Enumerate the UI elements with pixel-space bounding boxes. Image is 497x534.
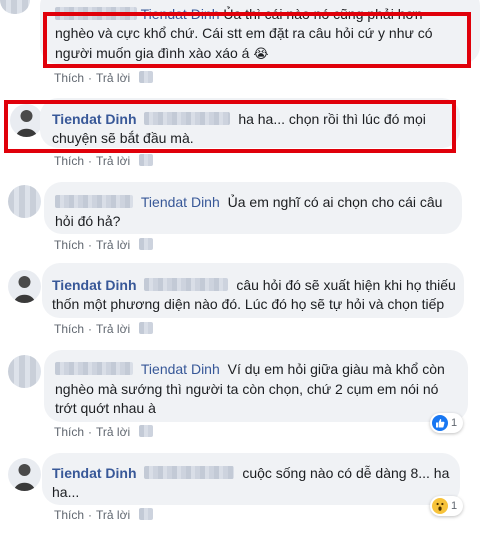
like-link[interactable]: Thích [54, 154, 84, 168]
reaction-count[interactable]: 1 [430, 413, 464, 433]
comment-text: nghèo mà sướng thì người ta còn chọn, ch… [55, 381, 439, 397]
comment-line: Tiendat Dinh câu hỏi đó sẽ xuất hiện khi… [52, 276, 456, 294]
person-icon [14, 276, 35, 303]
comment-line: Tiendat Dinh cuộc sống nào có dễ dàng 8.… [52, 464, 449, 482]
mention-link[interactable]: Tiendat Dinh [141, 194, 220, 210]
reply-link[interactable]: Trả lời [96, 322, 130, 336]
avatar[interactable] [8, 458, 41, 491]
author-name[interactable]: Tiendat Dinh [52, 465, 137, 481]
blurred-name [144, 278, 229, 291]
author-name[interactable]: Tiendat Dinh [52, 277, 137, 293]
highlight-box [4, 100, 456, 153]
like-link[interactable]: Thích [54, 322, 84, 336]
blurred-name [55, 195, 133, 208]
reply-link[interactable]: Trả lời [96, 238, 130, 252]
blurred-timestamp [139, 508, 154, 520]
comment-text: cuộc sống nào có dễ dàng 8... ha [242, 465, 450, 481]
comment-text: Ủa em nghĩ có ai chọn cho cái câu [227, 194, 443, 210]
comment-actions: Thích · Trả lời [54, 154, 154, 168]
comment-text: hỏi đó hả? [55, 213, 121, 229]
blurred-timestamp [139, 425, 154, 437]
comment-text: thốn một phương diện nào đó. Lúc đó họ s… [52, 296, 445, 312]
comment-line: Tiendat Dinh Ví dụ em hỏi giữa giàu mà k… [55, 360, 445, 378]
comment-actions: Thích · Trả lời [54, 322, 154, 336]
separator: · [88, 238, 93, 252]
blurred-name [144, 466, 235, 479]
reaction-count-text: 1 [451, 500, 458, 512]
comment-actions: Thích · Trả lời [54, 238, 154, 252]
like-link[interactable]: Thích [54, 425, 84, 439]
comment-actions: Thích · Trả lời [54, 425, 154, 439]
avatar[interactable] [8, 355, 41, 388]
blurred-timestamp [139, 71, 154, 83]
mention-link[interactable]: Tiendat Dinh [141, 361, 220, 377]
comment-line: Tiendat Dinh Ủa em nghĩ có ai chọn cho c… [55, 193, 442, 211]
reply-link[interactable]: Trả lời [96, 154, 130, 168]
like-reaction-icon [432, 415, 448, 431]
blurred-timestamp [139, 238, 154, 250]
reply-link[interactable]: Trả lời [96, 71, 130, 85]
separator: · [88, 425, 93, 439]
blurred-timestamp [139, 322, 154, 334]
wow-reaction-icon [432, 498, 448, 514]
reaction-count[interactable]: 1 [430, 496, 464, 516]
person-icon [14, 464, 35, 491]
reaction-count-text: 1 [451, 417, 458, 429]
comment-text: ha... [52, 484, 80, 500]
like-link[interactable]: Thích [54, 238, 84, 252]
separator: · [88, 154, 93, 168]
reply-link[interactable]: Trả lời [96, 425, 130, 439]
comment-text: trớt quớt nhau à [55, 400, 156, 416]
like-link[interactable]: Thích [54, 71, 84, 85]
comment-text: câu hỏi đó sẽ xuất hiện khi họ thiếu [236, 277, 456, 293]
comment-actions: Thích · Trả lời [54, 71, 154, 85]
comment-actions: Thích · Trả lời [54, 508, 154, 522]
highlight-box [43, 12, 471, 68]
blurred-name [55, 362, 133, 375]
avatar[interactable] [0, 0, 30, 14]
separator: · [88, 71, 93, 85]
avatar[interactable] [8, 185, 41, 218]
comment-text: Ví dụ em hỏi giữa giàu mà khổ còn [227, 361, 445, 377]
reply-link[interactable]: Trả lời [96, 508, 130, 522]
separator: · [88, 322, 93, 336]
separator: · [88, 508, 93, 522]
blurred-timestamp [139, 154, 154, 166]
like-link[interactable]: Thích [54, 508, 84, 522]
avatar[interactable] [8, 270, 41, 303]
